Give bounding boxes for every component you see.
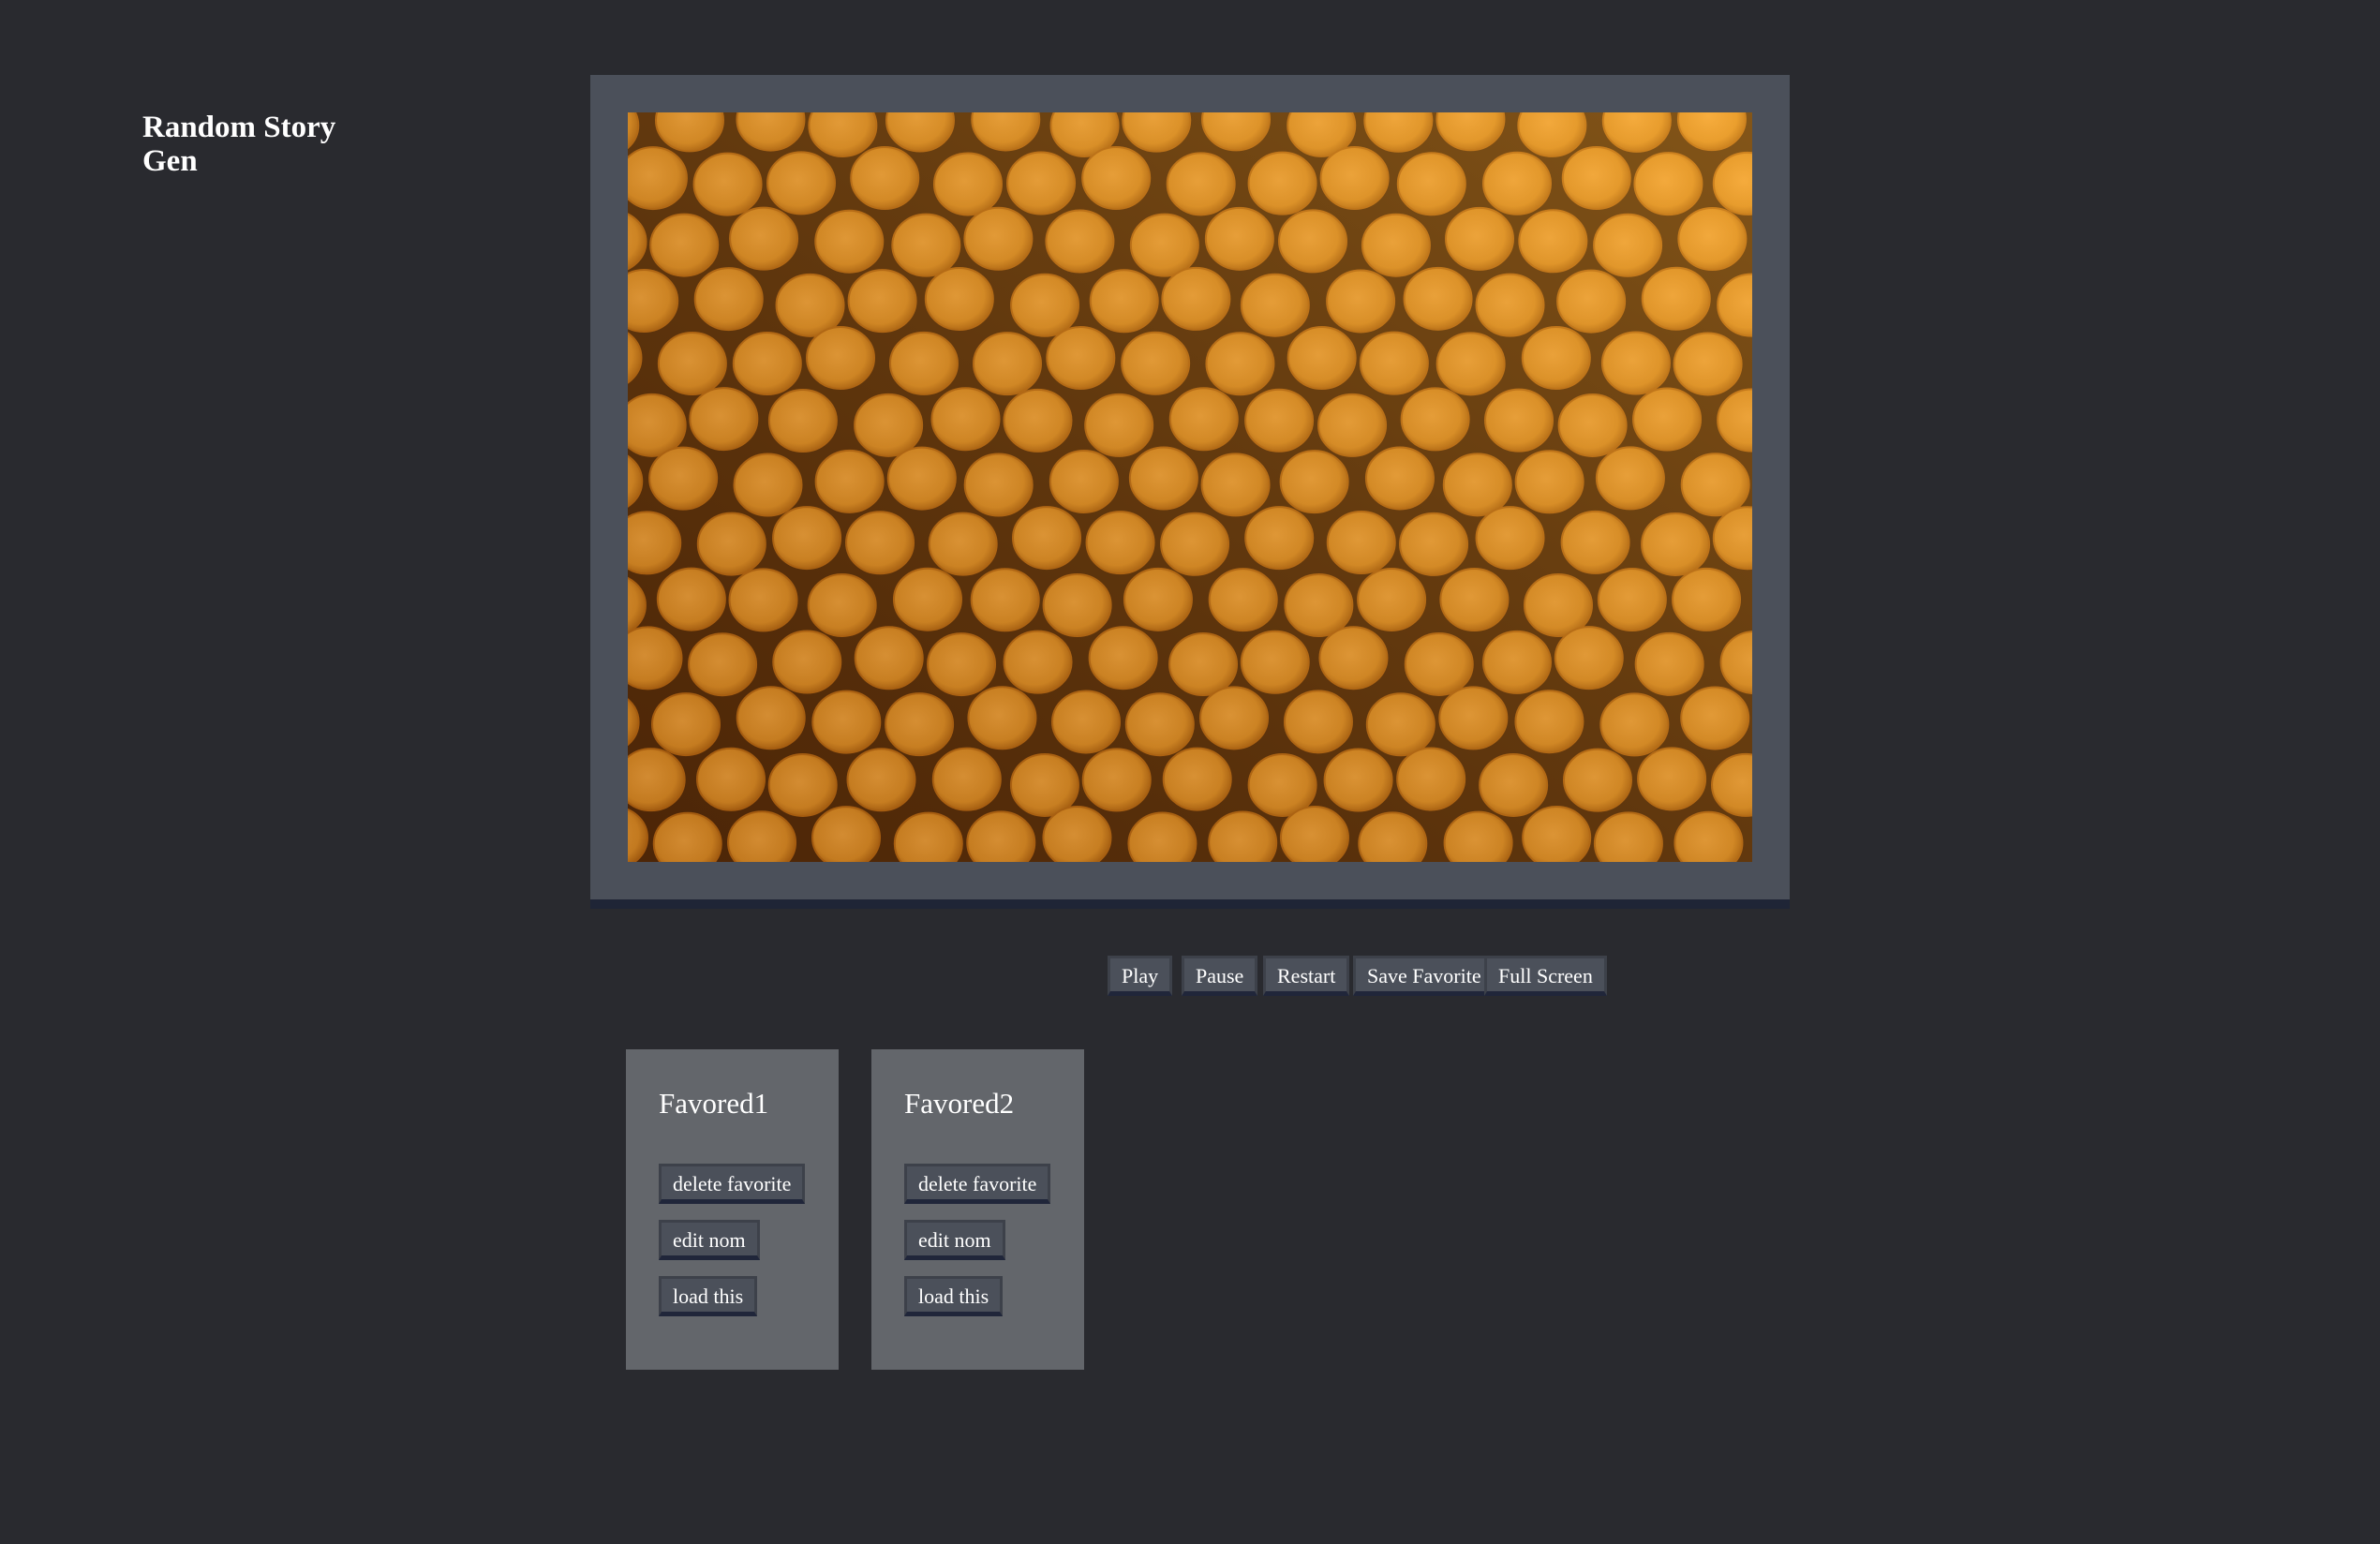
load-favorite-button[interactable]: load this (659, 1276, 758, 1316)
save-favorite-button[interactable]: Save Favorite (1353, 956, 1495, 996)
edit-name-button[interactable]: edit nom (904, 1220, 1005, 1260)
play-button[interactable]: Play (1108, 956, 1173, 996)
delete-favorite-button[interactable]: delete favorite (659, 1164, 806, 1204)
load-favorite-button[interactable]: load this (904, 1276, 1004, 1316)
orange-rods-image (628, 112, 1752, 862)
delete-favorite-button[interactable]: delete favorite (904, 1164, 1051, 1204)
favorite-card: Favored2 delete favorite edit nom load t… (871, 1049, 1084, 1370)
app-title: Random Story Gen (142, 111, 336, 178)
edit-name-button[interactable]: edit nom (659, 1220, 760, 1260)
pause-button[interactable]: Pause (1182, 956, 1258, 996)
favorite-name: Favored2 (904, 1087, 1015, 1120)
favorite-card: Favored1 delete favorite edit nom load t… (626, 1049, 839, 1370)
story-image (628, 112, 1752, 862)
full-screen-button[interactable]: Full Screen (1484, 956, 1607, 996)
restart-button[interactable]: Restart (1263, 956, 1350, 996)
favorite-name: Favored1 (659, 1087, 769, 1120)
story-viewer-frame (590, 75, 1790, 909)
